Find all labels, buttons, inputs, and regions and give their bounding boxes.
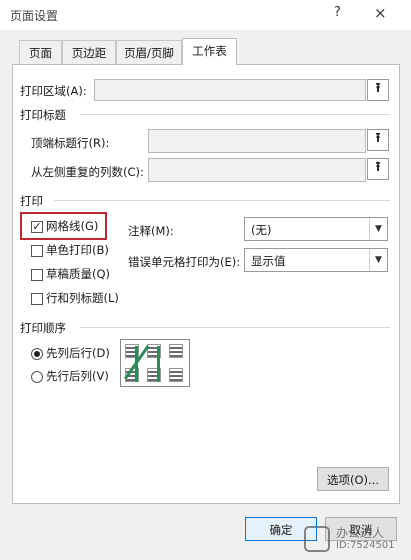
down-then-over-label: 先列后行(D) — [46, 346, 110, 360]
watermark-logo-icon — [304, 526, 330, 552]
order-arrow-icon — [157, 346, 160, 382]
watermark-text: 办公达人 — [336, 526, 385, 540]
window-title: 页面设置 — [10, 9, 59, 23]
page-order-section: 打印顺序 — [20, 321, 66, 335]
mono-label: 单色打印(B) — [46, 243, 109, 257]
down-then-over-radio[interactable] — [31, 348, 43, 360]
cols-to-repeat-label: 从左侧重复的列数(C): — [31, 165, 144, 179]
chevron-down-icon: ▼ — [369, 249, 387, 271]
mono-checkbox[interactable] — [31, 245, 43, 257]
tab-page[interactable]: 页面 — [19, 40, 62, 64]
cols-collapse-button[interactable]: ⭱ — [367, 158, 389, 180]
over-then-down-radio[interactable] — [31, 371, 43, 383]
headings-label: 行和列标题(L) — [46, 291, 119, 305]
print-section: 打印 — [20, 194, 43, 208]
watermark: 办公达人 ID:7524501 — [300, 520, 411, 560]
draft-checkbox[interactable] — [31, 269, 43, 281]
collapse-icon: ⭱ — [375, 81, 381, 96]
cols-to-repeat-input[interactable] — [148, 158, 366, 182]
options-button[interactable]: 选项(O)... — [317, 467, 389, 491]
tab-sheet[interactable]: 工作表 — [182, 38, 237, 65]
errors-value: 显示值 — [251, 254, 286, 268]
errors-select[interactable]: 显示值 ▼ — [244, 248, 388, 272]
comments-label: 注释(M): — [128, 224, 174, 238]
help-button[interactable]: ? — [334, 5, 341, 20]
collapse-icon: ⭱ — [375, 131, 381, 146]
preview-page-icon — [169, 368, 183, 382]
collapse-icon: ⭱ — [375, 160, 381, 175]
print-area-input[interactable] — [94, 79, 366, 101]
comments-value: (无) — [251, 223, 272, 237]
watermark-id: ID:7524501 — [336, 540, 395, 551]
print-area-collapse-button[interactable]: ⭱ — [367, 79, 389, 101]
over-then-down-label: 先行后列(V) — [46, 369, 109, 383]
divider — [54, 200, 390, 201]
title-bar — [0, 0, 411, 30]
divider — [80, 114, 390, 115]
preview-page-icon — [169, 344, 183, 358]
rows-to-repeat-input[interactable] — [148, 129, 366, 153]
comments-select[interactable]: (无) ▼ — [244, 217, 388, 241]
draft-label: 草稿质量(Q) — [46, 267, 111, 281]
rows-collapse-button[interactable]: ⭱ — [367, 129, 389, 151]
divider — [80, 327, 390, 328]
close-button[interactable]: × — [374, 4, 387, 22]
print-area-label: 打印区域(A): — [20, 84, 87, 98]
print-titles-section: 打印标题 — [20, 108, 66, 122]
headings-checkbox[interactable] — [31, 293, 43, 305]
tab-margins[interactable]: 页边距 — [62, 40, 116, 64]
gridlines-highlight — [20, 212, 107, 240]
rows-to-repeat-label: 顶端标题行(R): — [31, 136, 110, 150]
chevron-down-icon: ▼ — [369, 218, 387, 240]
page-order-preview — [120, 339, 190, 387]
tab-header-footer[interactable]: 页眉/页脚 — [116, 40, 182, 64]
errors-label: 错误单元格打印为(E): — [128, 255, 241, 269]
